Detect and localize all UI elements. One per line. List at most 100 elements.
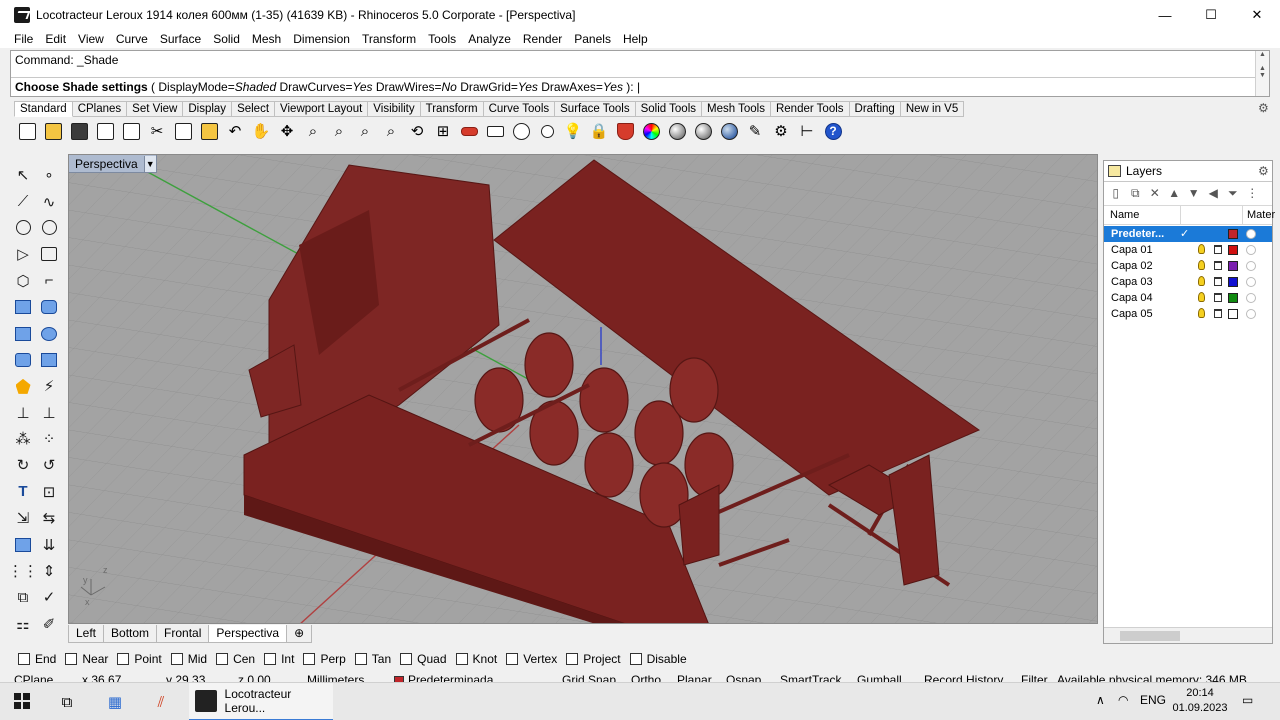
layer-row[interactable]: Capa 01 bbox=[1104, 242, 1272, 258]
circle-tool-icon[interactable] bbox=[10, 215, 36, 241]
tab-new-in-v5[interactable]: New in V5 bbox=[900, 101, 965, 117]
add-viewport-tab-icon[interactable]: ⊕ bbox=[286, 625, 313, 643]
layers-panel-gear-icon[interactable]: ⚙ bbox=[1258, 164, 1269, 178]
input-language[interactable]: ENG bbox=[1140, 693, 1166, 707]
taskbar-rhino-window[interactable]: Locotracteur Lerou... bbox=[189, 683, 333, 720]
pencil-icon[interactable]: ✎ bbox=[742, 119, 768, 143]
cut-icon[interactable]: ✂ bbox=[144, 119, 170, 143]
zoom-extents-icon[interactable]: ⌕ bbox=[352, 119, 378, 143]
osnap-tan[interactable]: Tan bbox=[354, 652, 391, 666]
boolean-icon[interactable] bbox=[36, 347, 62, 373]
checkbox[interactable] bbox=[566, 653, 579, 665]
layer-tools-icon[interactable]: ⋮ bbox=[1243, 186, 1263, 200]
column-name[interactable]: Name bbox=[1110, 209, 1139, 221]
menu-edit[interactable]: Edit bbox=[39, 32, 72, 46]
menu-file[interactable]: File bbox=[8, 32, 39, 46]
checkbox[interactable] bbox=[629, 653, 642, 665]
arc-tool-icon[interactable] bbox=[36, 215, 62, 241]
layer-visible-bulb-icon[interactable] bbox=[1198, 244, 1205, 254]
filter-icon[interactable]: ⏷ bbox=[1223, 186, 1243, 201]
curve-control-points-icon[interactable]: ∿ bbox=[36, 188, 62, 214]
tab-visibility[interactable]: Visibility bbox=[368, 101, 421, 117]
checkbox[interactable] bbox=[354, 653, 367, 665]
checkbox[interactable] bbox=[303, 653, 316, 665]
fillet-curve-icon[interactable]: ⌐ bbox=[36, 268, 62, 294]
mirror-icon[interactable]: ⇆ bbox=[36, 505, 62, 531]
box-icon[interactable] bbox=[10, 320, 36, 346]
menu-dimension[interactable]: Dimension bbox=[287, 32, 356, 46]
move-down-icon[interactable]: ▼ bbox=[1184, 186, 1204, 200]
osnap-mid[interactable]: Mid bbox=[170, 652, 207, 666]
render-shield-icon[interactable] bbox=[612, 119, 638, 143]
surface-points-icon[interactable] bbox=[10, 294, 36, 320]
new-icon[interactable] bbox=[14, 119, 40, 143]
tray-chevron-icon[interactable]: ∧ bbox=[1096, 693, 1105, 707]
checkbox[interactable] bbox=[216, 653, 229, 665]
tab-solid-tools[interactable]: Solid Tools bbox=[635, 101, 702, 117]
layer-lock-icon[interactable] bbox=[1214, 245, 1222, 254]
viewport-title[interactable]: Perspectiva ▼ bbox=[69, 155, 157, 173]
layer-color-swatch[interactable] bbox=[1228, 261, 1238, 271]
close-button[interactable]: ✕ bbox=[1234, 0, 1280, 30]
osnap-perp[interactable]: Perp bbox=[303, 652, 346, 666]
layer-row[interactable]: Capa 03 bbox=[1104, 274, 1272, 290]
option-drawwires[interactable]: No bbox=[442, 80, 457, 94]
open-icon[interactable] bbox=[40, 119, 66, 143]
task-view-icon[interactable]: ⧉ bbox=[56, 691, 78, 713]
layer-row[interactable]: Capa 04 bbox=[1104, 290, 1272, 306]
tab-render-tools[interactable]: Render Tools bbox=[770, 101, 850, 117]
layer-color-swatch[interactable] bbox=[1228, 293, 1238, 303]
explode-icon[interactable]: ⚡ bbox=[36, 373, 62, 399]
tab-frontal-view[interactable]: Frontal bbox=[156, 625, 210, 643]
layer-color-swatch[interactable] bbox=[1228, 277, 1238, 287]
rhino-app-icon[interactable] bbox=[14, 7, 30, 23]
layer-visible-bulb-icon[interactable] bbox=[1198, 260, 1205, 270]
gear-icon[interactable]: ⚙ bbox=[768, 119, 794, 143]
layer-material-icon[interactable] bbox=[1246, 277, 1256, 287]
four-viewports-icon[interactable]: ⊞ bbox=[430, 119, 456, 143]
menu-panels[interactable]: Panels bbox=[568, 32, 617, 46]
menu-curve[interactable]: Curve bbox=[110, 32, 154, 46]
layer-color-swatch[interactable] bbox=[1228, 309, 1238, 319]
surface-edit-icon[interactable] bbox=[36, 294, 62, 320]
dimension-icon[interactable]: ⊢ bbox=[794, 119, 820, 143]
color-wheel-icon[interactable] bbox=[638, 119, 664, 143]
checkbox[interactable] bbox=[455, 653, 468, 665]
tab-mesh-tools[interactable]: Mesh Tools bbox=[702, 101, 771, 117]
array-icon[interactable]: ⇲ bbox=[10, 505, 36, 531]
osnap-point[interactable]: Point bbox=[117, 652, 162, 666]
checkbox[interactable] bbox=[506, 653, 519, 665]
layer-visible-bulb-icon[interactable] bbox=[1198, 276, 1205, 286]
extrude-icon[interactable] bbox=[10, 531, 36, 557]
maximize-button[interactable]: ☐ bbox=[1188, 0, 1234, 30]
tab-set-view[interactable]: Set View bbox=[127, 101, 184, 117]
rectangle-tool-icon[interactable] bbox=[36, 241, 62, 267]
minimize-button[interactable]: — bbox=[1142, 0, 1188, 30]
checkbox[interactable] bbox=[65, 653, 78, 665]
menu-solid[interactable]: Solid bbox=[207, 32, 246, 46]
distribute-icon[interactable]: ⇕ bbox=[36, 558, 62, 584]
menu-tools[interactable]: Tools bbox=[422, 32, 462, 46]
offset-icon[interactable]: ⇊ bbox=[36, 531, 62, 557]
menu-surface[interactable]: Surface bbox=[154, 32, 207, 46]
menu-mesh[interactable]: Mesh bbox=[246, 32, 287, 46]
rotate-icon[interactable]: ↻ bbox=[10, 452, 36, 478]
layers-horizontal-scrollbar[interactable] bbox=[1104, 627, 1272, 643]
start-button-icon[interactable] bbox=[14, 693, 30, 709]
menu-view[interactable]: View bbox=[72, 32, 110, 46]
render-ball-icon[interactable] bbox=[690, 119, 716, 143]
layer-material-icon[interactable] bbox=[1246, 309, 1256, 319]
zoom-selected-icon[interactable]: ⌕ bbox=[378, 119, 404, 143]
perspective-viewport[interactable]: Perspectiva ▼ y z x bbox=[68, 154, 1098, 624]
osnap-quad[interactable]: Quad bbox=[400, 652, 447, 666]
point-icon[interactable]: ∘ bbox=[36, 162, 62, 188]
tab-bottom-view[interactable]: Bottom bbox=[103, 625, 158, 643]
menu-analyze[interactable]: Analyze bbox=[462, 32, 517, 46]
undo-icon[interactable]: ↶ bbox=[222, 119, 248, 143]
polygon-icon[interactable]: ▷ bbox=[10, 241, 36, 267]
toolbar-settings-gear-icon[interactable]: ⚙ bbox=[1258, 101, 1269, 115]
layer-color-swatch[interactable] bbox=[1228, 245, 1238, 255]
layer-lock-icon[interactable] bbox=[1214, 261, 1222, 270]
join-icon[interactable]: ⁘ bbox=[36, 426, 62, 452]
hexagon-icon[interactable]: ⬡ bbox=[10, 268, 36, 294]
